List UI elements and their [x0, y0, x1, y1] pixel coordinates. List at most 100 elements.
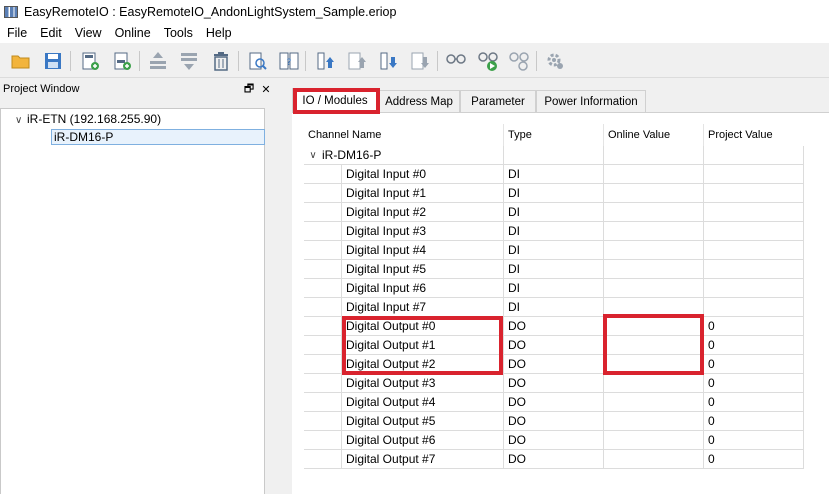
disconnect-button[interactable]: [507, 49, 531, 73]
menu-online[interactable]: Online: [110, 26, 159, 40]
add-device-button[interactable]: [78, 49, 102, 73]
project-value-cell[interactable]: 0: [704, 450, 804, 469]
tab-io-modules[interactable]: IO / Modules: [292, 88, 378, 112]
chevron-down-icon[interactable]: ∨: [15, 115, 27, 126]
table-row[interactable]: Digital Input #4 DI: [304, 240, 829, 260]
connect-button[interactable]: [444, 49, 468, 73]
project-value-cell[interactable]: [704, 279, 804, 298]
online-value-cell[interactable]: [604, 298, 704, 317]
online-value-cell[interactable]: [604, 241, 704, 260]
project-window-title: Project Window: [3, 83, 80, 95]
download-all-icon: [411, 52, 429, 70]
group-online-cell: [604, 146, 704, 165]
table-row[interactable]: Digital Output #6 DO 0: [304, 430, 829, 450]
online-value-cell[interactable]: [604, 222, 704, 241]
online-value-cell[interactable]: [604, 203, 704, 222]
type-cell: DI: [504, 203, 604, 222]
channel-name-cell: Digital Input #7: [304, 297, 504, 317]
project-value-cell[interactable]: [704, 184, 804, 203]
table-row[interactable]: Digital Input #6 DI: [304, 278, 829, 298]
delete-button[interactable]: [209, 49, 233, 73]
online-value-cell[interactable]: [604, 336, 704, 355]
project-value-cell[interactable]: 0: [704, 374, 804, 393]
tab-address-map[interactable]: Address Map: [378, 90, 460, 112]
channel-name-cell: Digital Output #3: [304, 373, 504, 393]
project-value-cell[interactable]: [704, 203, 804, 222]
chevron-down-icon[interactable]: ∨: [304, 150, 322, 161]
project-value-cell[interactable]: 0: [704, 336, 804, 355]
project-value-cell[interactable]: [704, 222, 804, 241]
online-value-cell[interactable]: [604, 393, 704, 412]
splitter[interactable]: [276, 79, 291, 494]
tree-node-ir-etn[interactable]: ∨ iR-ETN (192.168.255.90): [15, 112, 161, 126]
channel-name: Digital Input #4: [341, 240, 496, 260]
upload-icon: [317, 52, 334, 70]
table-row[interactable]: Digital Input #7 DI: [304, 297, 829, 317]
online-value-cell[interactable]: [604, 184, 704, 203]
save-button[interactable]: [41, 49, 65, 73]
project-value-cell[interactable]: 0: [704, 431, 804, 450]
online-value-cell[interactable]: [604, 374, 704, 393]
project-value-cell[interactable]: 0: [704, 393, 804, 412]
project-value-cell[interactable]: [704, 165, 804, 184]
online-value-cell[interactable]: [604, 412, 704, 431]
online-value-cell[interactable]: [604, 260, 704, 279]
project-value-cell[interactable]: [704, 241, 804, 260]
project-value-cell[interactable]: 0: [704, 412, 804, 431]
table-row[interactable]: Digital Output #5 DO 0: [304, 411, 829, 431]
online-value-cell[interactable]: [604, 450, 704, 469]
upload-button[interactable]: [314, 49, 338, 73]
online-value-cell[interactable]: [604, 317, 704, 336]
table-row[interactable]: Digital Output #7 DO 0: [304, 449, 829, 469]
column-header-project-value[interactable]: Project Value: [704, 124, 804, 146]
table-row[interactable]: Digital Input #1 DI: [304, 183, 829, 203]
menu-edit[interactable]: Edit: [35, 26, 70, 40]
open-folder-button[interactable]: [9, 49, 33, 73]
settings-button[interactable]: [543, 49, 567, 73]
close-icon[interactable]: ✕: [259, 83, 273, 96]
column-header-online-value[interactable]: Online Value: [604, 124, 704, 146]
project-value-cell[interactable]: 0: [704, 317, 804, 336]
project-value-cell[interactable]: [704, 298, 804, 317]
add-module-button[interactable]: [110, 49, 134, 73]
channel-name: Digital Input #3: [341, 221, 496, 241]
channel-name-cell: Digital Output #1: [304, 335, 504, 355]
project-value-cell[interactable]: 0: [704, 355, 804, 374]
column-header-channel-name[interactable]: Channel Name: [304, 124, 504, 146]
project-value-cell[interactable]: [704, 260, 804, 279]
disconnect-icon: [509, 52, 529, 71]
table-row[interactable]: Digital Output #1 DO 0: [304, 335, 829, 355]
menu-file[interactable]: File: [2, 26, 35, 40]
group-project-cell: [704, 146, 804, 165]
table-row[interactable]: Digital Output #3 DO 0: [304, 373, 829, 393]
table-row[interactable]: Digital Input #0 DI: [304, 164, 829, 184]
move-down-button[interactable]: [177, 49, 201, 73]
swap-button[interactable]: ?: [277, 49, 301, 73]
channel-name-cell: Digital Input #2: [304, 202, 504, 222]
search-device-button[interactable]: [246, 49, 270, 73]
table-row[interactable]: Digital Input #5 DI: [304, 259, 829, 279]
online-value-cell[interactable]: [604, 355, 704, 374]
menu-tools[interactable]: Tools: [159, 26, 201, 40]
run-button[interactable]: [476, 49, 500, 73]
table-row[interactable]: Digital Output #4 DO 0: [304, 392, 829, 412]
tab-power-information[interactable]: Power Information: [536, 90, 646, 112]
float-icon[interactable]: 🗗: [242, 80, 256, 99]
table-group-row[interactable]: ∨ iR-DM16-P: [304, 146, 829, 165]
tab-parameter[interactable]: Parameter: [460, 90, 536, 112]
move-up-button[interactable]: [146, 49, 170, 73]
column-header-type[interactable]: Type: [504, 124, 604, 146]
online-value-cell[interactable]: [604, 431, 704, 450]
table-row[interactable]: Digital Input #2 DI: [304, 202, 829, 222]
menu-help[interactable]: Help: [201, 26, 240, 40]
table-row[interactable]: Digital Output #0 DO 0: [304, 316, 829, 336]
table-row[interactable]: Digital Input #3 DI: [304, 221, 829, 241]
download-button[interactable]: [377, 49, 401, 73]
menu-view[interactable]: View: [70, 26, 110, 40]
download-all-button[interactable]: [408, 49, 432, 73]
online-value-cell[interactable]: [604, 165, 704, 184]
upload-all-button[interactable]: [345, 49, 369, 73]
table-row[interactable]: Digital Output #2 DO 0: [304, 354, 829, 374]
online-value-cell[interactable]: [604, 279, 704, 298]
tree-node-ir-dm16-p[interactable]: iR-DM16-P: [51, 129, 265, 145]
